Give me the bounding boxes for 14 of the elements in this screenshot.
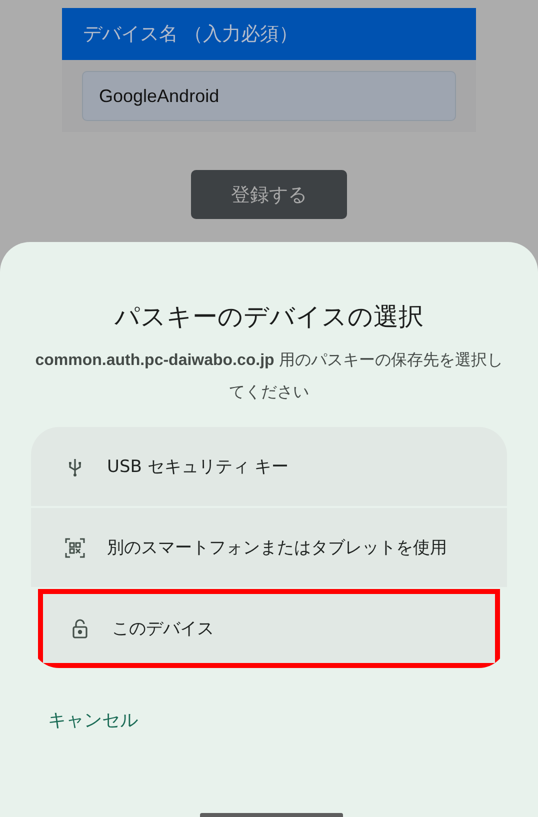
- unlocked-padlock-icon: [70, 618, 90, 638]
- device-option[interactable]: 別のスマートフォンまたはタブレットを使用: [31, 508, 507, 587]
- device-option[interactable]: このデバイス: [38, 589, 500, 668]
- sheet-description: common.auth.pc-daiwabo.co.jp 用のパスキーの保存先を選択してください: [34, 350, 504, 403]
- option-label: このデバイス: [112, 618, 214, 640]
- option-label: 別のスマートフォンまたはタブレットを使用: [107, 537, 447, 559]
- device-option[interactable]: USB セキュリティ キー: [31, 427, 507, 506]
- qr-code-icon: [65, 538, 85, 558]
- field-label: デバイス名 （入力必須）: [62, 8, 476, 60]
- register-button[interactable]: 登録する: [191, 170, 347, 219]
- cancel-button[interactable]: キャンセル: [40, 704, 146, 736]
- option-label: USB セキュリティ キー: [107, 456, 289, 478]
- sheet-title: パスキーのデバイスの選択: [114, 301, 424, 333]
- device-name-field[interactable]: GoogleAndroid: [82, 71, 456, 121]
